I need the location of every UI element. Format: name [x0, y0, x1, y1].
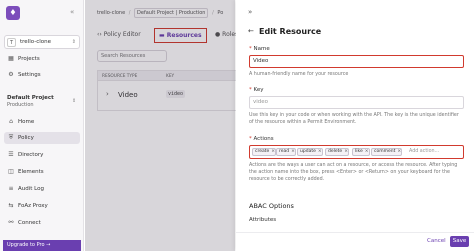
action-tag[interactable]: like ×: [352, 148, 370, 156]
sidebar-item-label: Connect: [18, 219, 41, 226]
panel-title: Edit Resource: [259, 27, 322, 36]
project-name: Default Project: [7, 95, 54, 101]
audit-log-icon: ≡: [8, 185, 14, 192]
directory-icon: ☰: [8, 151, 14, 158]
back-arrow-icon[interactable]: ←: [248, 27, 254, 35]
connect-icon: ⚯: [8, 219, 14, 226]
name-label: * Name: [249, 46, 270, 52]
divider: [236, 232, 474, 233]
action-tag[interactable]: update ×: [297, 148, 323, 156]
edit-resource-panel: » ← Edit Resource * Name Video A human-f…: [236, 0, 474, 251]
sidebar-item-policy[interactable]: ⛨ Policy: [4, 132, 80, 144]
sidebar-item-label: Settings: [18, 71, 41, 78]
action-tag[interactable]: create ×: [252, 148, 277, 156]
remove-tag-icon[interactable]: ×: [344, 149, 348, 154]
sidebar-item-elements[interactable]: ◫ Elements: [4, 166, 80, 178]
project-selector[interactable]: Default Project Production: [7, 95, 54, 108]
modal-backdrop[interactable]: [85, 0, 235, 251]
key-label: * Key: [249, 87, 264, 93]
collapse-sidebar-icon[interactable]: «: [70, 8, 74, 16]
sidebar-item-connect[interactable]: ⚯ Connect: [4, 217, 80, 229]
sidebar-item-label: Projects: [18, 55, 40, 62]
sidebar-item-foaz-proxy[interactable]: ⇆ FoAz Proxy: [4, 200, 80, 212]
chevron-updown-icon: ⇕: [71, 39, 76, 45]
cancel-button[interactable]: Cancel: [427, 238, 446, 244]
sidebar-item-label: Audit Log: [18, 185, 44, 192]
sidebar-item-label: Policy: [18, 134, 34, 141]
remove-tag-icon[interactable]: ×: [291, 149, 295, 154]
key-field[interactable]: video: [249, 96, 464, 109]
action-tag[interactable]: comment ×: [371, 148, 403, 156]
sidebar-item-directory[interactable]: ☰ Directory: [4, 149, 80, 161]
abac-options-title: ABAC Options: [249, 202, 294, 210]
workspace-avatar: T: [7, 38, 16, 47]
permit-logo-icon: ♦: [6, 6, 20, 20]
remove-tag-icon[interactable]: ×: [365, 149, 369, 154]
remove-tag-icon[interactable]: ×: [271, 149, 275, 154]
projects-icon: ▦: [8, 55, 14, 62]
sidebar-item-label: Directory: [18, 151, 44, 158]
key-help: Use this key in your code or when workin…: [249, 113, 459, 125]
add-action-placeholder[interactable]: Add action...: [409, 149, 439, 154]
elements-icon: ◫: [8, 168, 14, 175]
proxy-icon: ⇆: [8, 202, 14, 209]
sidebar-item-home[interactable]: ⌂ Home: [4, 116, 80, 128]
action-tag[interactable]: read ×: [276, 148, 296, 156]
settings-icon: ⚙: [8, 71, 14, 78]
attributes-label: Attributes: [249, 217, 277, 223]
project-env: Production: [7, 102, 34, 108]
policy-icon: ⛨: [8, 134, 14, 141]
collapse-panel-icon[interactable]: »: [248, 8, 252, 16]
sidebar-item-label: FoAz Proxy: [18, 202, 48, 209]
sidebar-item-label: Home: [18, 118, 35, 125]
sidebar-item-settings[interactable]: ⚙ Settings: [4, 69, 80, 81]
actions-tags-input[interactable]: create × read × update × delete × like × comm…: [249, 145, 464, 159]
home-icon: ⌂: [9, 118, 13, 125]
remove-tag-icon[interactable]: ×: [397, 149, 401, 154]
name-field[interactable]: Video: [249, 55, 464, 68]
actions-label: * Actions: [249, 136, 274, 142]
sidebar-item-projects[interactable]: ▦ Projects: [4, 53, 80, 65]
sidebar-item-audit-log[interactable]: ≡ Audit Log: [4, 183, 80, 195]
workspace-switcher[interactable]: T trello-clone ⇕: [4, 35, 80, 49]
chevron-updown-icon: ⇕: [72, 98, 77, 104]
action-tag[interactable]: delete ×: [325, 148, 349, 156]
remove-tag-icon[interactable]: ×: [318, 149, 322, 154]
actions-help: Actions are the ways a user can act on a…: [249, 163, 458, 182]
sidebar-item-label: Elements: [18, 168, 44, 175]
workspace-name: trello-clone: [20, 39, 51, 45]
sidebar: ♦ « T trello-clone ⇕ ▦ Projects ⚙ Settin…: [0, 0, 84, 251]
upgrade-button[interactable]: Upgrade to Pro →: [3, 240, 81, 251]
save-button[interactable]: Save: [450, 236, 469, 247]
name-help: A human-friendly name for your resource: [249, 72, 349, 77]
